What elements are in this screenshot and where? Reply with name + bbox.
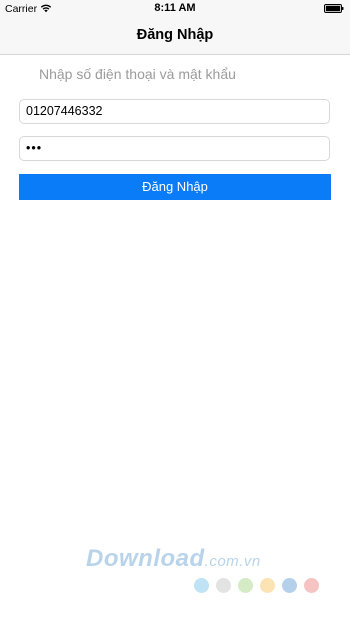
clock-time: 8:11 AM xyxy=(154,2,196,14)
navigation-bar: Đăng Nhập xyxy=(0,18,350,55)
watermark-main: Download xyxy=(86,545,205,572)
login-button[interactable]: Đăng Nhập xyxy=(19,174,331,200)
watermark-dot xyxy=(238,578,253,593)
login-instructions: Nhập số điện thoại và mật khẩu xyxy=(39,66,236,82)
watermark-text: Download.com.vn xyxy=(86,545,261,573)
watermark-domain: .com.vn xyxy=(204,553,261,570)
battery-icon xyxy=(324,4,344,13)
status-bar: Carrier 8:11 AM xyxy=(0,0,350,18)
watermark-dot xyxy=(216,578,231,593)
watermark-logo: Download.com.vn xyxy=(86,545,326,605)
watermark-dot xyxy=(282,578,297,593)
phone-number-input[interactable]: 01207446332 xyxy=(19,99,330,124)
page-title: Đăng Nhập xyxy=(136,27,214,43)
watermark-dot xyxy=(260,578,275,593)
watermark-dot xyxy=(304,578,319,593)
watermark-dot xyxy=(194,578,209,593)
watermark-dots xyxy=(194,578,319,593)
password-input[interactable]: ••• xyxy=(19,136,330,161)
